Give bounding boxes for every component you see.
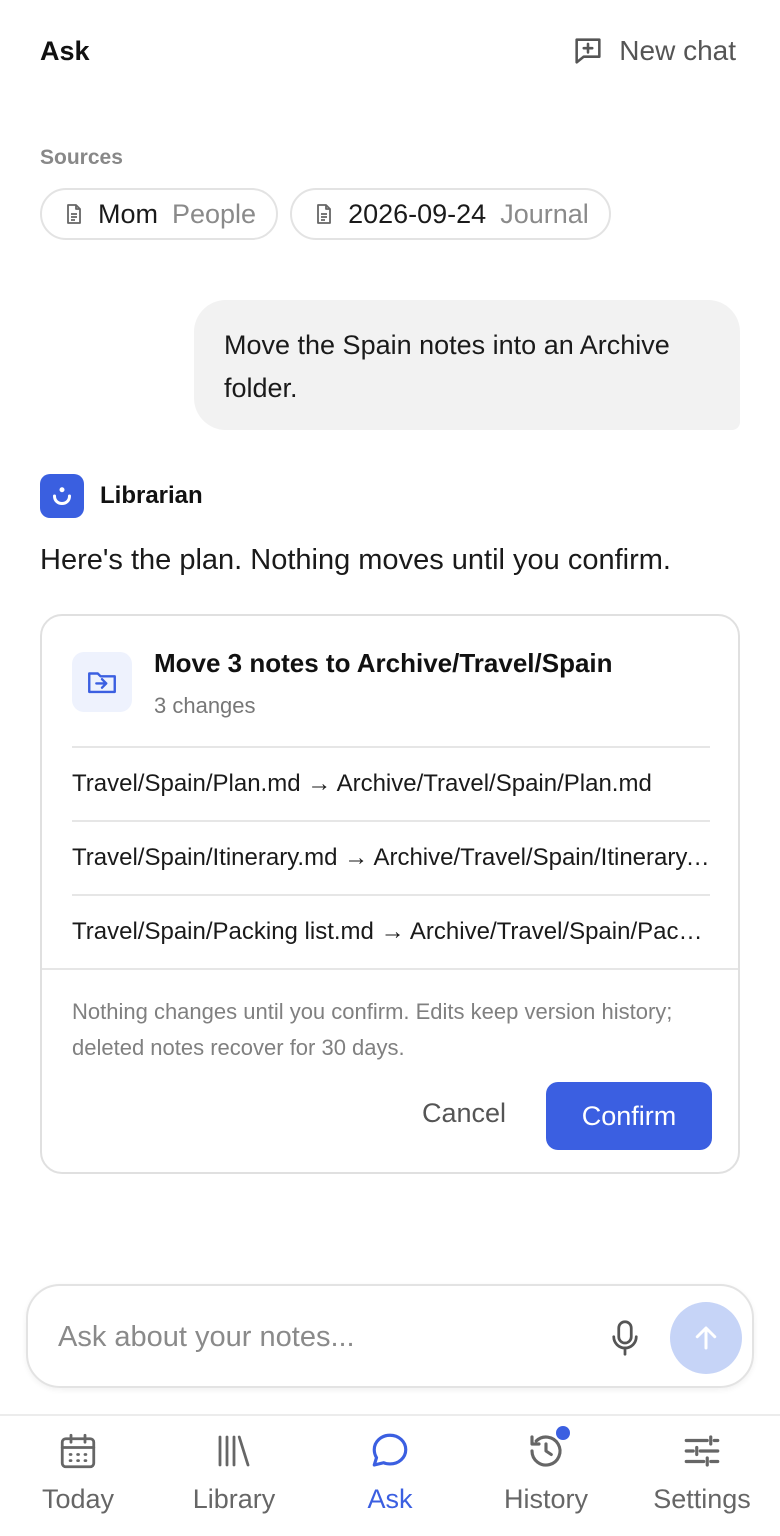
arrow-up-icon — [695, 1326, 717, 1350]
tab-library[interactable]: Library — [156, 1416, 312, 1536]
plan-card-footer: Nothing changes until you confirm. Edits… — [42, 968, 738, 1172]
change-item: Travel/Spain/Plan.md → Archive/Travel/Sp… — [72, 746, 710, 820]
chat-bubble-icon — [372, 1433, 408, 1467]
change-item: Travel/Spain/Packing list.md → Archive/T… — [72, 894, 710, 968]
new-chat-button[interactable]: New chat — [571, 34, 736, 68]
document-icon — [67, 204, 81, 224]
folder-move-icon — [88, 672, 116, 694]
assistant-name: Librarian — [100, 482, 203, 509]
sources-label: Sources — [40, 146, 123, 169]
smile-icon — [53, 487, 71, 506]
assistant-header: Librarian — [40, 474, 203, 518]
new-chat-label: New chat — [619, 35, 736, 66]
ask-input[interactable] — [58, 1314, 578, 1360]
library-icon — [218, 1435, 250, 1467]
calendar-icon — [60, 1433, 96, 1469]
tab-today[interactable]: Today — [0, 1416, 156, 1536]
notification-dot — [556, 1426, 570, 1440]
bottom-tab-bar: Today Library Ask History Settings — [0, 1414, 780, 1536]
page-title: Ask — [40, 36, 90, 66]
change-item: Travel/Spain/Itinerary.md → Archive/Trav… — [72, 820, 710, 894]
source-name: Mom — [98, 198, 158, 229]
tab-label: Ask — [367, 1484, 413, 1514]
safety-note: Nothing changes until you confirm. Edits… — [72, 999, 673, 1060]
tab-history[interactable]: History — [468, 1416, 624, 1536]
sliders-icon — [684, 1435, 720, 1467]
composer — [26, 1284, 754, 1388]
new-chat-icon — [575, 38, 601, 64]
tab-label: Today — [41, 1484, 115, 1514]
tab-label: Library — [192, 1484, 276, 1514]
librarian-avatar — [40, 474, 84, 518]
user-message-bubble: Move the Spain notes into an Archive fol… — [194, 300, 740, 430]
tab-ask[interactable]: Ask — [312, 1416, 468, 1536]
source-chip-mom[interactable]: Mom People — [40, 188, 279, 240]
microphone-icon[interactable] — [610, 1318, 640, 1358]
tab-settings[interactable]: Settings — [624, 1416, 780, 1536]
plan-subtitle: 3 changes — [154, 693, 256, 718]
assistant-reply: Here's the plan. Nothing moves until you… — [40, 544, 671, 576]
source-type: People — [172, 198, 257, 229]
source-type: Journal — [500, 198, 589, 229]
app-header: Ask New chat — [0, 0, 780, 100]
confirm-button[interactable]: Confirm — [546, 1082, 712, 1150]
plan-title: Move 3 notes to Archive/Travel/Spain — [154, 648, 613, 678]
tab-label: History — [503, 1484, 588, 1514]
plan-card-header: Move 3 notes to Archive/Travel/Spain 3 c… — [72, 648, 613, 719]
sources-list: Mom People 2026-09-24 Journal — [40, 188, 611, 240]
source-name: 2026-09-24 — [348, 198, 487, 229]
change-list: Travel/Spain/Plan.md → Archive/Travel/Sp… — [72, 746, 710, 968]
tab-label: Settings — [653, 1484, 751, 1514]
cancel-button[interactable]: Cancel — [422, 1098, 506, 1129]
source-chip-journal[interactable]: 2026-09-24 Journal — [290, 188, 611, 240]
folder-move-icon-box — [72, 652, 132, 712]
document-icon — [317, 204, 331, 224]
plan-card: Move 3 notes to Archive/Travel/Spain 3 c… — [40, 614, 740, 1174]
send-button[interactable] — [670, 1302, 742, 1374]
